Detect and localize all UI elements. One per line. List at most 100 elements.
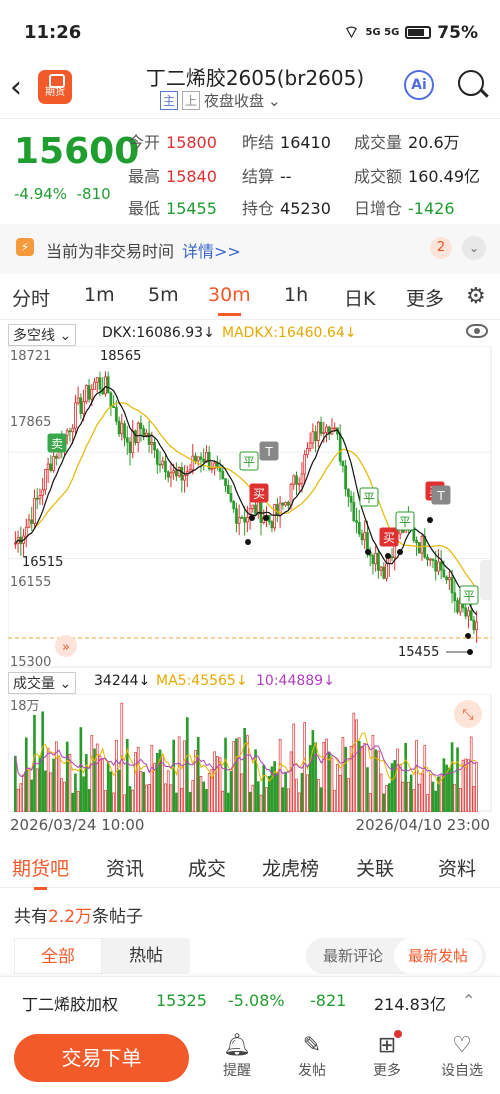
quote-panel: 15600 -4.94% -810 今开 15800 昨结 16410 成交量 20.6万…	[0, 118, 500, 224]
more-button[interactable]: ⊞ 更多	[362, 1030, 412, 1080]
volume-chart[interactable]: 18万 ⤡	[8, 694, 492, 812]
tab-profile[interactable]: 资料	[438, 854, 476, 881]
gear-icon[interactable]: ⚙	[466, 284, 490, 309]
volume-bar	[164, 783, 167, 812]
quote-label: 最低	[128, 199, 161, 218]
status-time: 11:26	[24, 22, 82, 43]
volume-bar	[317, 779, 320, 812]
candle	[120, 423, 124, 435]
trade-order-button[interactable]: 交易下单	[14, 1034, 189, 1082]
volume-bar	[186, 717, 189, 812]
tab-related[interactable]: 关联	[356, 854, 394, 881]
candle	[44, 469, 47, 491]
filter-all[interactable]: 全部	[14, 938, 102, 974]
candle	[202, 458, 206, 463]
y-axis-label: 17865	[10, 415, 51, 430]
session-selector[interactable]: 主 上 夜盘收盘 ⌄	[160, 90, 281, 111]
trading-notice[interactable]: ⚡ 当前为非交易时间 详情>> 2 ⌄	[0, 224, 500, 274]
tab-daily[interactable]: 日K	[344, 284, 375, 311]
signal-label: 5G 5G	[365, 27, 400, 38]
signal-label: 平	[399, 515, 411, 529]
notice-details-link[interactable]: 详情>>	[182, 242, 241, 261]
tab-30m[interactable]: 30m	[208, 284, 251, 316]
quote-item: 成交额 160.49亿	[354, 163, 480, 187]
volume-bar	[112, 792, 115, 812]
main-contract-tag: 主	[160, 91, 179, 110]
tab-dragon-tiger[interactable]: 龙虎榜	[262, 854, 319, 881]
candle	[447, 577, 451, 581]
candle	[183, 474, 186, 481]
volume-bar	[295, 778, 298, 812]
weighted-ticker[interactable]: 丁二烯胶加权 15325 -5.08% -821 214.83亿 ⌃	[0, 976, 500, 1022]
candle	[417, 542, 421, 554]
volume-bar	[166, 770, 170, 812]
add-watchlist-button[interactable]: ♡ 设自选	[437, 1032, 487, 1080]
volume-bar	[57, 756, 61, 812]
candle	[142, 428, 146, 436]
volume-bar	[311, 730, 315, 812]
signal-dot	[263, 515, 269, 521]
candle	[229, 493, 233, 502]
kline-chart[interactable]: 18721178651615515300185651651515455卖平T买平…	[8, 346, 492, 668]
search-icon[interactable]	[458, 70, 484, 96]
tab-intraday[interactable]: 分时	[12, 284, 50, 311]
candle	[109, 392, 113, 407]
session-status: 夜盘收盘	[204, 92, 265, 110]
candle	[199, 456, 203, 460]
volume-bar	[286, 788, 290, 812]
signal-label: T	[264, 445, 273, 459]
volume-bar	[442, 758, 446, 812]
candle	[442, 569, 446, 578]
volume-bar	[117, 769, 121, 812]
volume-bar	[49, 772, 53, 812]
volume-selector[interactable]: 成交量 ⌄	[8, 672, 77, 694]
tab-forum[interactable]: 期货吧	[12, 854, 69, 890]
ai-assistant-button[interactable]: Ai	[404, 70, 434, 100]
sort-latest-post[interactable]: 最新发帖	[394, 938, 482, 974]
chevron-down-icon[interactable]: ⌄	[462, 236, 486, 260]
tab-news[interactable]: 资讯	[106, 854, 144, 881]
candle	[306, 448, 309, 456]
candle	[52, 455, 55, 471]
chevron-up-icon[interactable]: ⌃	[462, 991, 475, 1010]
tab-1m[interactable]: 1m	[84, 284, 115, 306]
quote-label: 结算	[242, 167, 275, 186]
candle	[90, 389, 94, 400]
candle	[35, 497, 39, 500]
volume-bar	[300, 772, 304, 812]
tab-trades[interactable]: 成交	[188, 854, 226, 881]
volume-bar	[366, 767, 369, 812]
app-logo: 期货	[38, 70, 72, 104]
volume-bar	[273, 761, 276, 812]
notice-count-badge[interactable]: 2	[430, 237, 452, 259]
candle	[158, 463, 162, 466]
tab-more[interactable]: 更多	[406, 284, 444, 311]
post-button[interactable]: ✎ 发帖	[287, 1032, 337, 1080]
candle	[434, 559, 438, 572]
volume-bar	[139, 771, 143, 812]
volume-bar	[202, 781, 206, 812]
eye-icon[interactable]	[466, 324, 488, 338]
dkx-value: DKX:16086.93↓	[102, 325, 215, 341]
volume-bar	[213, 751, 216, 812]
back-icon[interactable]: ‹	[10, 70, 22, 105]
tab-1h[interactable]: 1h	[284, 284, 308, 306]
candle	[352, 501, 356, 522]
indicator-selector[interactable]: 多空线 ⌄	[8, 324, 77, 346]
filter-hot[interactable]: 热帖	[102, 938, 190, 974]
candle	[472, 619, 476, 631]
post-sort: 最新评论 最新发帖	[306, 938, 486, 974]
tab-5m[interactable]: 5m	[148, 284, 179, 306]
alert-button[interactable]: 🔔︎ 提醒	[212, 1032, 262, 1080]
volume-bar	[131, 789, 135, 812]
volume-bar	[281, 787, 285, 812]
sort-latest-comment[interactable]: 最新评论	[312, 938, 394, 974]
chevron-down-icon: ⌄	[268, 91, 281, 110]
post-count: 共有2.2万条帖子	[14, 907, 144, 927]
volume-bar	[199, 776, 203, 812]
candle	[27, 519, 31, 528]
volume-bar	[14, 755, 17, 812]
candle	[273, 504, 277, 529]
candle	[377, 553, 380, 571]
volume-bar	[180, 787, 184, 812]
